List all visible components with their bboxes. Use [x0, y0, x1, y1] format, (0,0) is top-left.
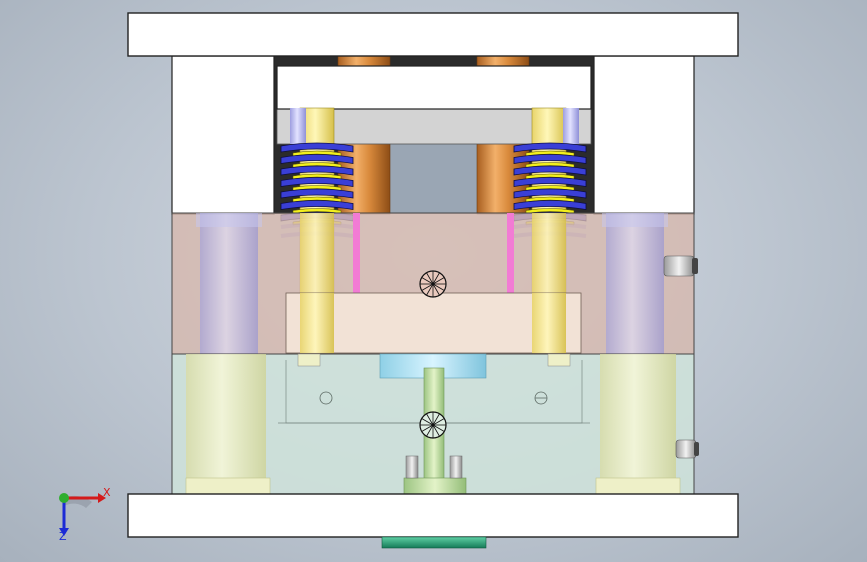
cad-viewport[interactable]: X Z — [0, 0, 867, 562]
guide-pin-left — [200, 213, 258, 354]
side-bolt-upper — [663, 255, 695, 277]
guide-pin-right — [606, 213, 664, 354]
pink-pin-right — [507, 213, 514, 293]
sprue-gate-marker-upper — [419, 270, 447, 298]
locating-ring — [381, 536, 487, 549]
support-block-right — [593, 55, 695, 215]
stud-right — [449, 455, 463, 479]
triad-x-label: X — [103, 486, 111, 499]
support-pillar-right — [600, 354, 676, 494]
support-pillar-left — [186, 354, 266, 494]
top-clamp-plate — [127, 12, 739, 57]
guide-bush-right-top — [563, 108, 579, 144]
side-bolt-lower — [675, 439, 697, 459]
bottom-clamp-plate — [127, 493, 739, 538]
triad-z-label: Z — [59, 530, 67, 543]
ejector-retainer-plate — [276, 65, 592, 110]
guide-bush-left-top — [290, 108, 306, 144]
sprue-gate-marker-lower — [419, 411, 447, 439]
mold-assembly-drawing — [59, 12, 739, 549]
support-block-left — [171, 55, 275, 215]
stud-left — [405, 455, 419, 479]
pink-pin-left — [353, 213, 360, 293]
